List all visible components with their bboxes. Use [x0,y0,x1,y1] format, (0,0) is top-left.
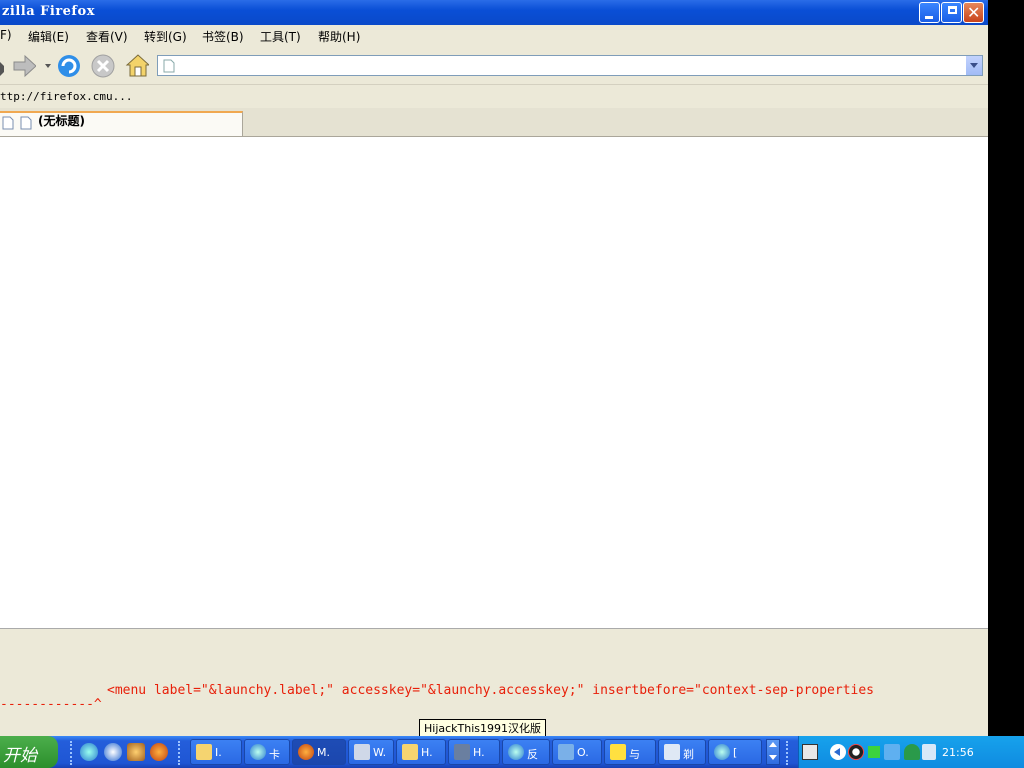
ie-icon [508,744,524,760]
task-button[interactable]: O. [552,739,602,765]
error-source-line: <menu label="&launchy.label;" accesskey=… [107,683,875,698]
task-label: W. [373,746,387,759]
task-label: O. [577,746,589,759]
error-pointer-line: ------------^ [0,697,102,712]
task-label: 反 [527,748,538,761]
status-bar [0,628,988,649]
menu-tools[interactable]: 工具(T) [260,28,301,45]
task-label: 卡 [269,748,280,761]
menu-view[interactable]: 查看(V) [86,28,128,45]
reload-icon[interactable] [56,53,80,77]
lan-icon[interactable] [922,744,936,760]
chevron-down-icon [970,63,978,68]
chevron-up-icon [769,742,777,747]
url-dropdown-button[interactable] [965,56,982,75]
task-button[interactable]: 与 [604,739,656,765]
qq-icon[interactable] [848,744,864,760]
folder-icon [196,744,212,760]
home-icon[interactable] [125,53,149,77]
task-button[interactable]: 反 [502,739,550,765]
status-icon[interactable] [868,746,880,758]
window-title: zilla Firefox [2,4,95,19]
back-dropdown-icon[interactable] [0,62,10,76]
task-label: 与 [629,748,640,761]
task-button[interactable]: H. [448,739,500,765]
task-button[interactable]: W. [348,739,394,765]
forward-icon[interactable] [12,54,36,78]
task-label: H. [421,746,433,759]
chevron-down-icon [769,755,777,760]
forward-dropdown-icon[interactable] [45,64,51,68]
task-button[interactable]: 卡 [244,739,290,765]
task-label: H. [473,746,485,759]
task-label: [ [733,746,738,759]
start-label: 开始 [3,746,37,766]
task-button[interactable]: [ [708,739,762,765]
task-label: M. [317,746,330,759]
tray-grip[interactable] [786,741,791,765]
tab-title: (无标题) [38,114,85,128]
tab-favicon [20,116,32,130]
tab-page-icon [2,116,14,130]
taskbar-grip[interactable] [178,741,183,765]
page-content[interactable] [0,137,988,628]
network-icon[interactable] [884,744,900,760]
computer-icon [354,744,370,760]
tooltip: HijackThis1991汉化版 [419,719,547,737]
minimize-icon [925,16,933,19]
menu-bar: F) 编辑(E) 查看(V) 转到(G) 书签(B) 工具(T) 帮助(H) [0,25,988,46]
task-button[interactable]: I. [190,739,242,765]
ie-icon [714,744,730,760]
task-button[interactable]: H. [396,739,446,765]
url-bar[interactable] [157,55,983,76]
folder-icon [402,744,418,760]
menu-help[interactable]: 帮助(H) [318,28,360,45]
taskbar-scroll-button[interactable] [766,739,780,765]
close-icon: ✕ [967,3,981,22]
restore-icon [948,6,957,14]
bookmark-item[interactable]: ttp://firefox.cmu... [0,90,132,103]
title-bar[interactable] [0,0,988,25]
close-button[interactable]: ✕ [963,2,984,23]
firefox-window: zilla Firefox ✕ F) 编辑(E) 查看(V) 转到(G) 书签(… [0,0,988,736]
hijackthis-icon [454,744,470,760]
app-quicklaunch-icon[interactable] [127,743,145,761]
chevron-left-icon [834,748,840,756]
ie-icon [250,744,266,760]
tab-untitled[interactable] [0,111,243,136]
outlook-icon [558,744,574,760]
menu-go[interactable]: 转到(G) [144,28,187,45]
input-method-icon[interactable] [802,744,818,760]
menu-edit[interactable]: 编辑(E) [28,28,69,45]
task-button[interactable]: M. [292,739,346,765]
task-button[interactable]: 剃 [658,739,706,765]
clock: 21:56 [942,746,974,759]
task-label: I. [215,746,222,759]
ie-quicklaunch-icon[interactable] [80,743,98,761]
firefox-quicklaunch-icon[interactable] [150,743,168,761]
menu-file[interactable]: F) [0,28,12,42]
restore-button[interactable] [941,2,962,23]
antivirus-icon[interactable] [904,744,920,760]
stop-icon[interactable] [91,54,115,78]
bookmarks-toolbar: ttp://firefox.cmu... [0,85,988,108]
minimize-button[interactable] [919,2,940,23]
tray-expand-icon[interactable] [830,744,846,760]
menu-bookmarks[interactable]: 书签(B) [202,28,244,45]
task-label: 剃 [683,748,694,761]
note-icon [610,744,626,760]
app-icon [664,744,680,760]
media-player-icon[interactable] [104,743,122,761]
quicklaunch-grip[interactable] [70,741,75,765]
firefox-icon [298,744,314,760]
page-icon [163,59,175,73]
